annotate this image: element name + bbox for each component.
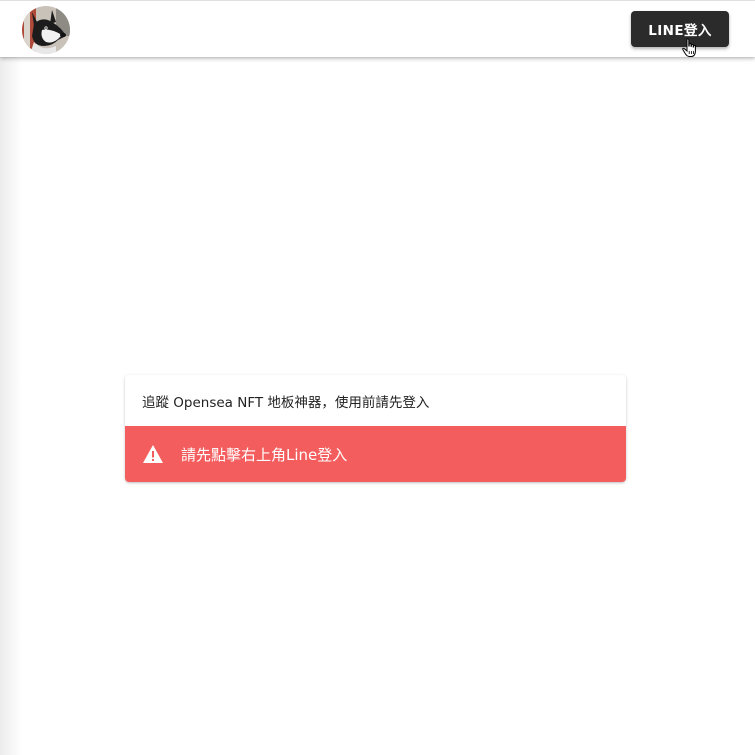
husky-avatar-icon[interactable]	[22, 6, 70, 54]
line-login-button[interactable]: LINE登入	[631, 11, 729, 47]
page: LINE登入 追蹤 Opensea NFT 地板神器，使用前請先登入 請先點擊右…	[0, 0, 755, 755]
login-warning-alert: 請先點擊右上角Line登入	[125, 426, 626, 482]
card-title: 追蹤 Opensea NFT 地板神器，使用前請先登入	[142, 395, 430, 411]
left-edge-shadow	[0, 57, 22, 755]
hand-pointer-cursor-icon	[681, 38, 699, 58]
login-prompt-card: 追蹤 Opensea NFT 地板神器，使用前請先登入 請先點擊右上角Line登…	[125, 375, 626, 482]
app-bar: LINE登入	[0, 1, 755, 57]
warning-icon	[142, 444, 164, 464]
alert-message: 請先點擊右上角Line登入	[181, 446, 348, 464]
